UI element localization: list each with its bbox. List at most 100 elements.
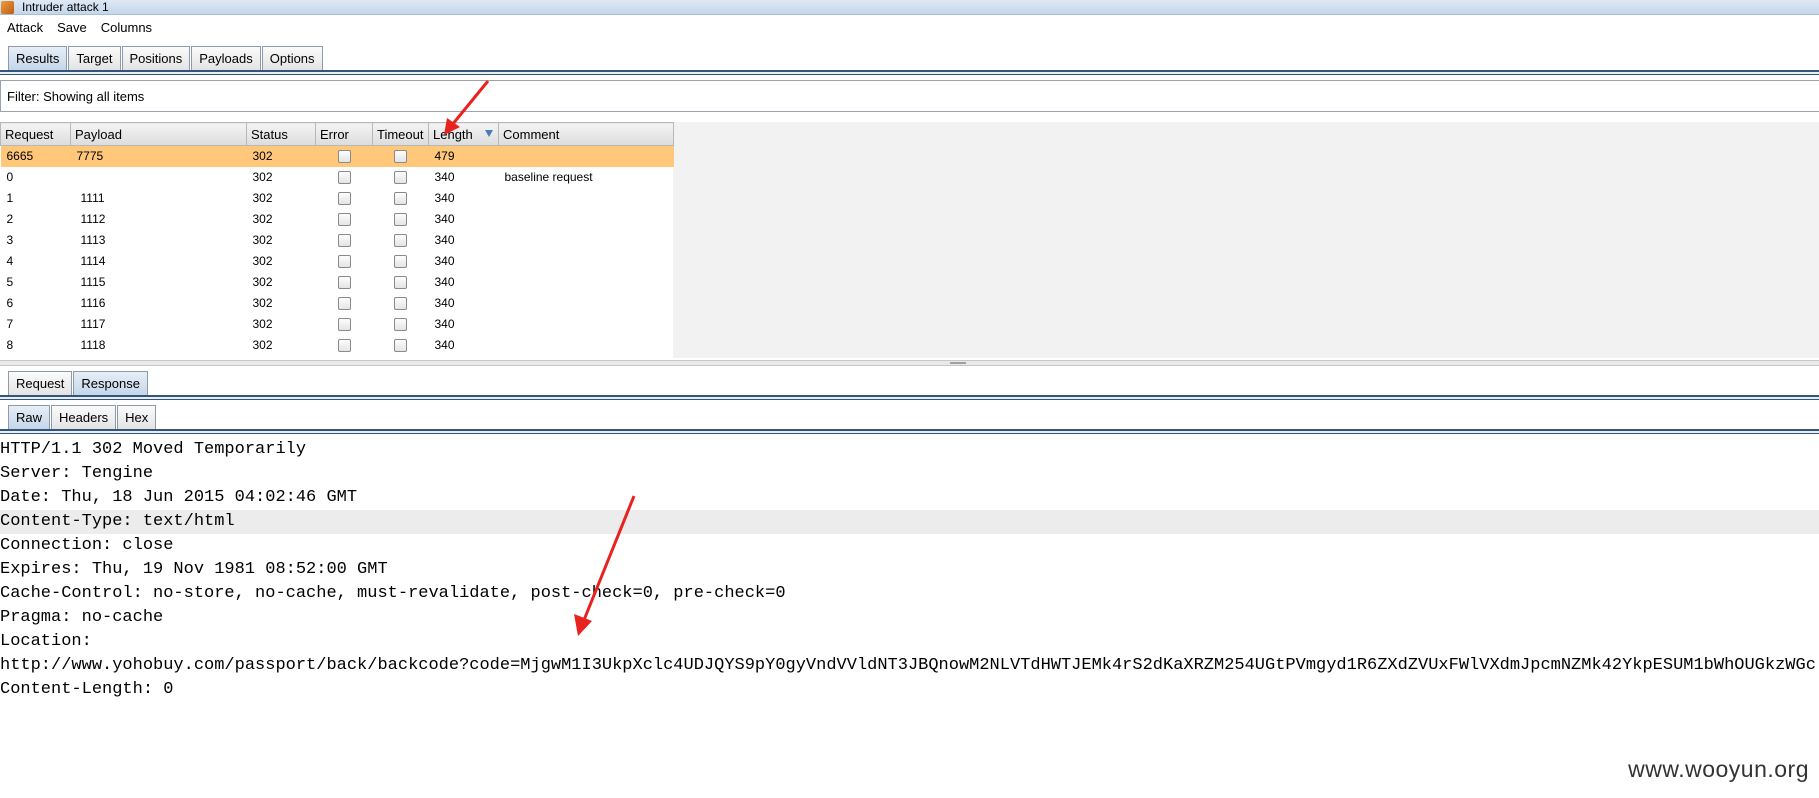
status-cell: 302 [252,296,273,310]
raw-response-view[interactable]: HTTP/1.1 302 Moved Temporarily Server: Te… [0,438,1819,702]
error-checkbox[interactable] [337,255,351,269]
error-checkbox[interactable] [337,339,351,353]
comment-cell [499,230,674,251]
response-line: HTTP/1.1 302 Moved Temporarily [0,440,307,459]
payload-cell: 1111 [80,191,105,205]
status-cell: 302 [252,212,273,226]
tab-target[interactable]: Target [68,46,121,70]
error-cell [316,272,373,293]
error-checkbox[interactable] [337,192,351,206]
table-row[interactable]: 4 1114 302 340 [1,251,674,272]
response-line: Server: Tengine [0,464,154,483]
column-header-error[interactable]: Error [315,122,373,146]
payload-cell [71,167,247,188]
timeout-checkbox[interactable] [394,276,407,290]
timeout-checkbox[interactable] [394,234,407,248]
timeout-cell [373,251,429,272]
payload-cell: 1112 [80,212,106,226]
comment-cell [499,251,674,272]
payload-cell: 1118 [80,338,106,352]
column-header-status[interactable]: Status [246,122,316,146]
error-cell [316,188,373,209]
response-line: Connection: close [0,536,174,555]
burp-app-icon [1,1,14,14]
error-checkbox[interactable] [337,297,351,311]
error-checkbox[interactable] [337,213,351,227]
menu-attack[interactable]: Attack [0,17,50,39]
window-titlebar: Intruder attack 1 [0,0,1819,15]
split-pane-divider[interactable] [0,360,1819,366]
table-row[interactable]: 5 1115 302 340 [1,272,674,293]
response-line: http://www.yohobuy.com/passport/back/bac… [0,656,1819,675]
column-header-payload[interactable]: Payload [70,122,247,146]
response-line: Content-Length: 0 [0,680,174,699]
table-row[interactable]: 1 1111 302 340 [1,188,674,209]
payload-cell: 1114 [80,254,106,268]
menu-save[interactable]: Save [50,17,94,39]
tab-raw[interactable]: Raw [8,405,51,429]
response-line: Date: Thu, 18 Jun 2015 04:02:46 GMT [0,488,358,507]
status-cell: 302 [252,233,273,247]
table-row[interactable]: 8 1118 302 340 [1,335,674,356]
window-title: Intruder attack 1 [22,0,109,14]
timeout-cell [373,314,429,335]
tab-payloads[interactable]: Payloads [191,46,261,70]
length-cell: 340 [434,338,455,352]
timeout-checkbox[interactable] [394,339,407,353]
table-row[interactable]: 0 302 340 baseline request [1,167,674,188]
error-checkbox[interactable] [337,150,351,164]
timeout-checkbox[interactable] [394,192,407,206]
request-cell: 1 [6,191,14,205]
split-grip-handle[interactable] [950,362,966,364]
column-header-request[interactable]: Request [0,122,71,146]
menu-bar: Attack Save Columns [0,17,159,39]
status-cell: 302 [252,170,273,184]
error-checkbox[interactable] [337,276,351,290]
error-checkbox[interactable] [337,318,351,332]
main-tab-rule [0,70,1819,75]
column-header-timeout[interactable]: Timeout [372,122,429,146]
tab-hex[interactable]: Hex [117,405,157,429]
table-row[interactable]: 6 1116 302 340 [1,293,674,314]
tab-positions[interactable]: Positions [121,46,191,70]
tab-results[interactable]: Results [8,46,68,70]
tab-request[interactable]: Request [8,371,73,395]
comment-cell [499,272,674,293]
status-cell: 302 [252,317,273,331]
timeout-checkbox[interactable] [394,255,407,269]
timeout-checkbox[interactable] [394,150,407,164]
tab-response[interactable]: Response [73,371,148,395]
status-cell: 302 [246,145,316,167]
response-line: Content-Type: text/html [0,510,1819,534]
error-checkbox[interactable] [337,171,351,185]
length-cell: 340 [434,233,455,247]
table-row[interactable]: 2 1112 302 340 [1,209,674,230]
request-cell: 0 [6,170,14,184]
payload-cell: 1117 [80,317,106,331]
tab-headers[interactable]: Headers [51,405,117,429]
request-cell: 6665 [0,145,71,167]
tab-options[interactable]: Options [261,46,323,70]
table-row[interactable]: 7 1117 302 340 [1,314,674,335]
timeout-checkbox[interactable] [394,213,407,227]
payload-cell: 1115 [80,275,106,289]
request-cell: 3 [6,233,14,247]
comment-cell [499,314,674,335]
timeout-checkbox[interactable] [394,297,407,311]
timeout-checkbox[interactable] [394,318,407,332]
table-row[interactable]: 6665 7775 302 479 [0,145,674,167]
detail-tab-bar: Request Response [0,371,149,395]
filter-bar[interactable]: Filter: Showing all items [0,80,1819,112]
length-cell: 340 [434,275,455,289]
status-cell: 302 [252,275,273,289]
table-row[interactable]: 3 1113 302 340 [1,230,674,251]
column-header-length[interactable]: Length [428,122,499,146]
timeout-cell [373,209,429,230]
length-cell: 340 [434,317,455,331]
column-header-comment[interactable]: Comment [498,122,674,146]
table-header-row: Request Payload Status Error Timeout Len… [0,122,674,146]
timeout-checkbox[interactable] [394,171,407,185]
error-checkbox[interactable] [337,234,351,248]
error-cell [316,167,373,188]
menu-columns[interactable]: Columns [94,17,159,39]
